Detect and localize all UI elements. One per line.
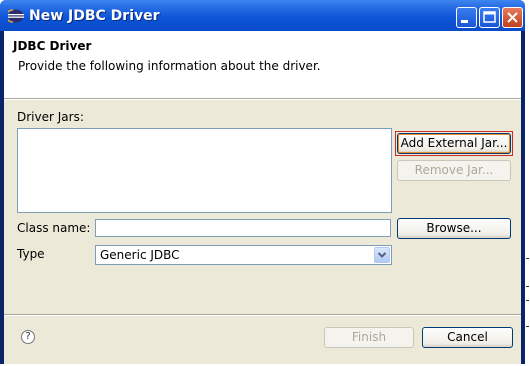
- page-title: JDBC Driver: [13, 39, 92, 53]
- title-bar[interactable]: New JDBC Driver: [0, 0, 525, 31]
- cancel-button[interactable]: Cancel: [422, 327, 513, 348]
- maximize-icon: [483, 11, 496, 23]
- background-window-edge: [525, 0, 530, 366]
- add-external-jar-button[interactable]: Add External Jar...: [397, 133, 511, 154]
- remove-jar-button[interactable]: Remove Jar...: [397, 160, 511, 181]
- type-selected-value: Generic JDBC: [100, 248, 180, 262]
- chevron-down-icon: [377, 252, 387, 258]
- maximize-button[interactable]: [479, 7, 500, 28]
- class-name-input[interactable]: [95, 219, 391, 237]
- header-divider: [4, 99, 521, 100]
- close-icon: [507, 12, 518, 23]
- finish-button[interactable]: Finish: [324, 327, 414, 348]
- driver-jars-list[interactable]: [17, 128, 392, 213]
- close-button[interactable]: [502, 7, 523, 28]
- page-description: Provide the following information about …: [18, 59, 321, 73]
- browse-button[interactable]: Browse...: [397, 218, 511, 239]
- help-icon[interactable]: ?: [21, 330, 35, 344]
- type-select[interactable]: Generic JDBC: [95, 245, 392, 265]
- type-label: Type: [17, 247, 45, 261]
- class-name-label: Class name:: [17, 221, 91, 235]
- minimize-icon: [461, 20, 468, 23]
- driver-jars-label: Driver Jars:: [17, 110, 84, 124]
- window-title: New JDBC Driver: [29, 8, 160, 24]
- minimize-button[interactable]: [456, 7, 477, 28]
- dialog-window: New JDBC Driver JDBC Driver Provide the …: [0, 0, 525, 364]
- wizard-header: JDBC Driver Provide the following inform…: [4, 31, 521, 99]
- dropdown-button[interactable]: [374, 247, 390, 263]
- eclipse-icon: [8, 9, 24, 23]
- footer-divider-highlight: [4, 315, 521, 316]
- dialog-body: JDBC Driver Provide the following inform…: [4, 31, 521, 364]
